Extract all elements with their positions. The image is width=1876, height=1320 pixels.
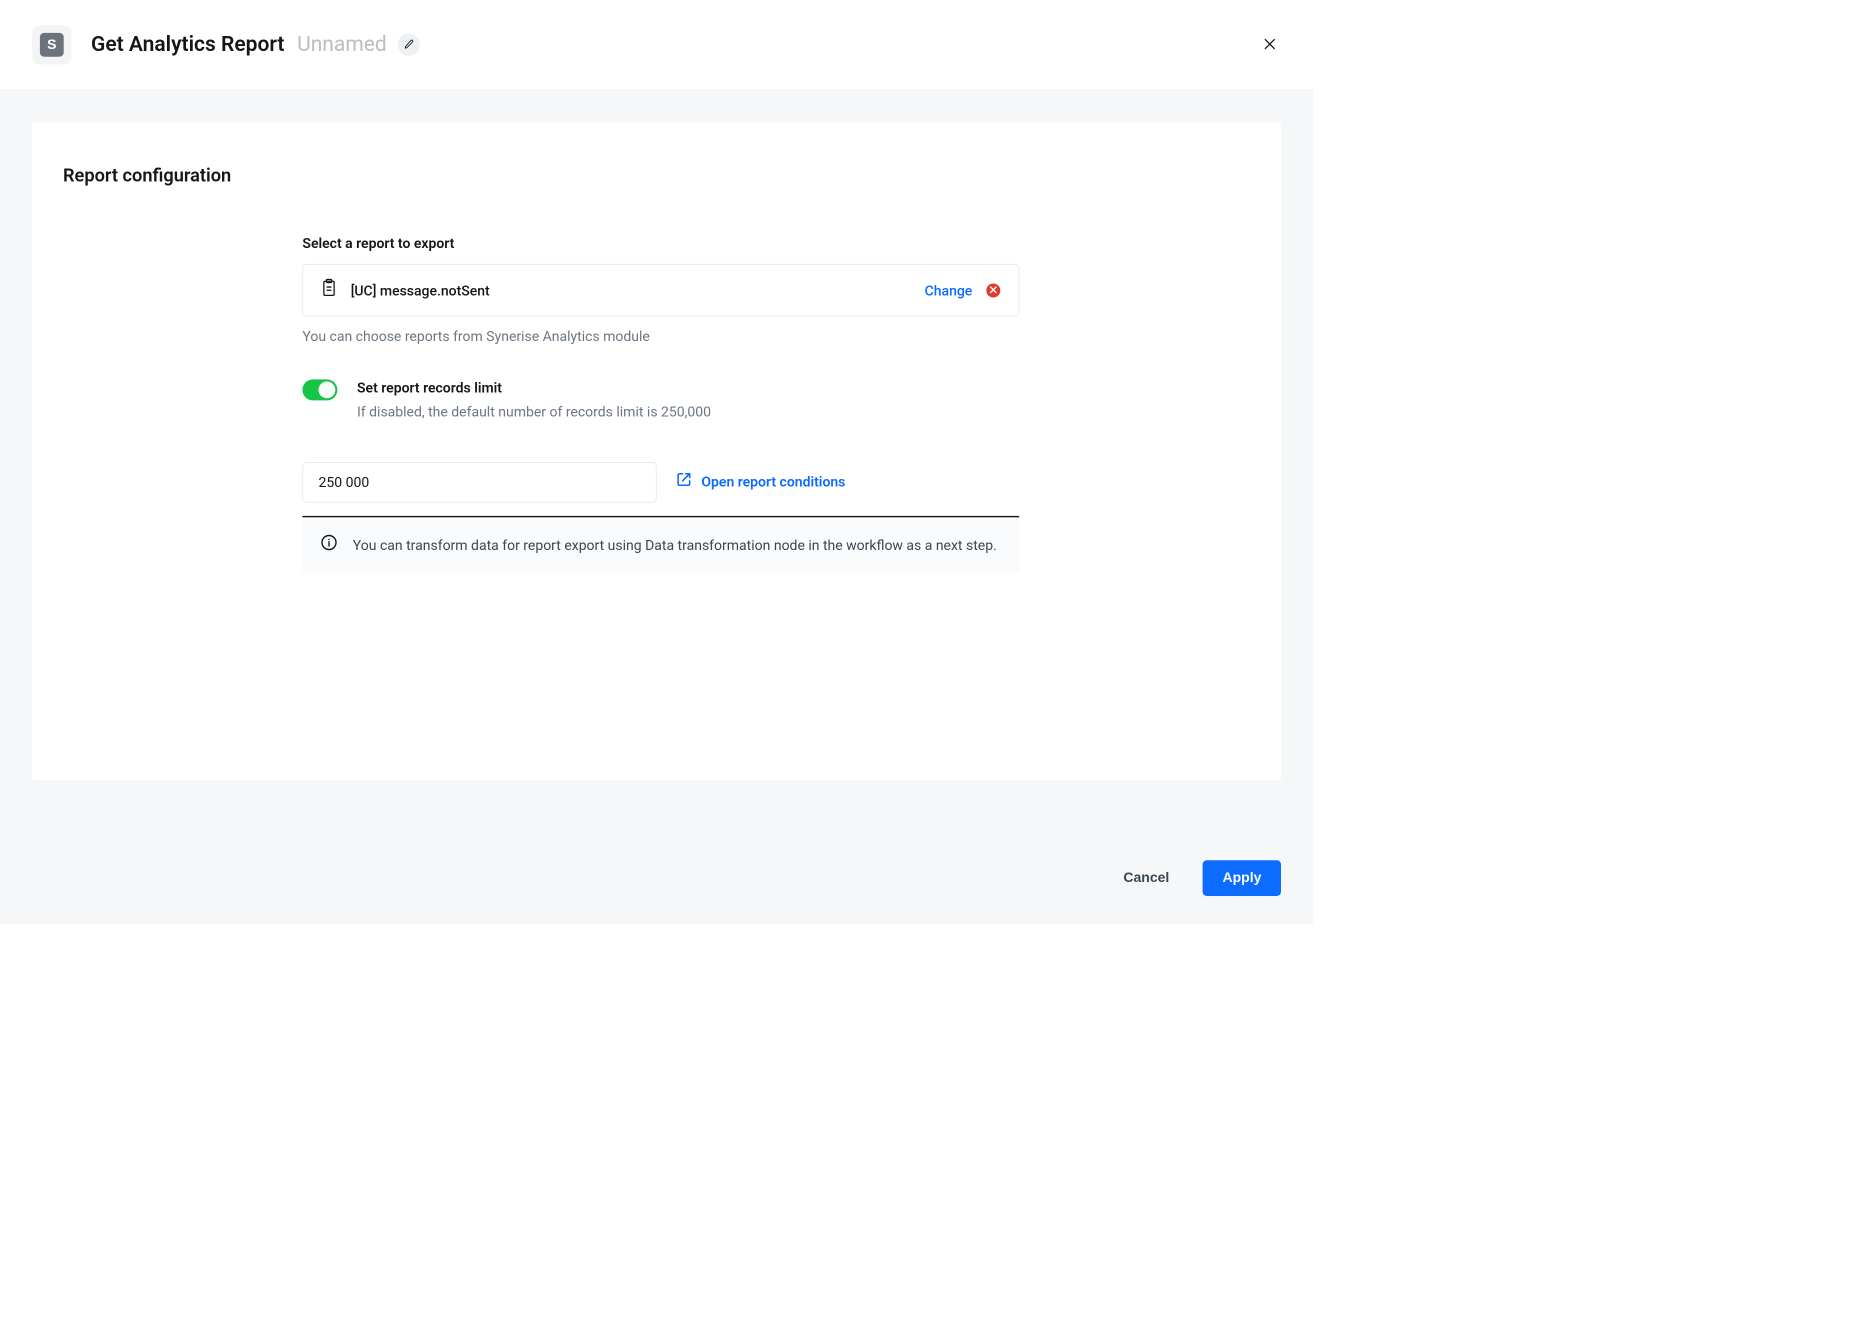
records-limit-input[interactable] (302, 462, 656, 503)
dialog-body: Report configuration Select a report to … (0, 90, 1313, 842)
toggle-knob (319, 381, 336, 398)
toggle-text: Set report records limit If disabled, th… (357, 378, 711, 421)
cancel-button[interactable]: Cancel (1104, 860, 1189, 896)
report-helper-text: You can choose reports from Synerise Ana… (302, 326, 1019, 346)
pencil-icon (404, 39, 414, 51)
dialog: S Get Analytics Report Unnamed Report co… (0, 0, 1313, 924)
remove-report-button[interactable] (986, 283, 1000, 297)
clipboard-icon (321, 279, 336, 302)
form-area: Select a report to export [UC] message.n… (302, 233, 1019, 573)
external-link-icon (676, 472, 691, 492)
edit-name-button[interactable] (398, 34, 420, 56)
dialog-title: Get Analytics Report (91, 30, 284, 59)
close-button[interactable] (1259, 34, 1281, 56)
selected-report-name: [UC] message.notSent (351, 280, 911, 300)
dialog-subtitle: Unnamed (297, 30, 387, 59)
report-select-label: Select a report to export (302, 233, 1019, 253)
info-text: You can transform data for report export… (353, 534, 997, 556)
records-limit-row: Set report records limit If disabled, th… (302, 378, 1019, 421)
report-selector[interactable]: [UC] message.notSent Change (302, 264, 1019, 316)
records-limit-description: If disabled, the default number of recor… (357, 402, 711, 422)
records-limit-label: Set report records limit (357, 378, 711, 398)
open-report-conditions-label: Open report conditions (701, 472, 845, 492)
info-icon (321, 534, 338, 551)
config-card: Report configuration Select a report to … (32, 123, 1281, 781)
info-banner: You can transform data for report export… (302, 516, 1019, 573)
dialog-header: S Get Analytics Report Unnamed (0, 0, 1313, 90)
close-icon (1262, 36, 1277, 54)
open-report-conditions-link[interactable]: Open report conditions (659, 472, 845, 492)
app-badge-letter: S (40, 33, 64, 57)
dialog-footer: Cancel Apply (0, 842, 1313, 924)
records-limit-toggle[interactable] (302, 379, 337, 400)
change-report-link[interactable]: Change (925, 280, 973, 300)
apply-button[interactable]: Apply (1203, 860, 1281, 896)
section-title: Report configuration (63, 163, 1250, 188)
remove-icon (990, 285, 997, 296)
app-badge: S (32, 25, 71, 64)
